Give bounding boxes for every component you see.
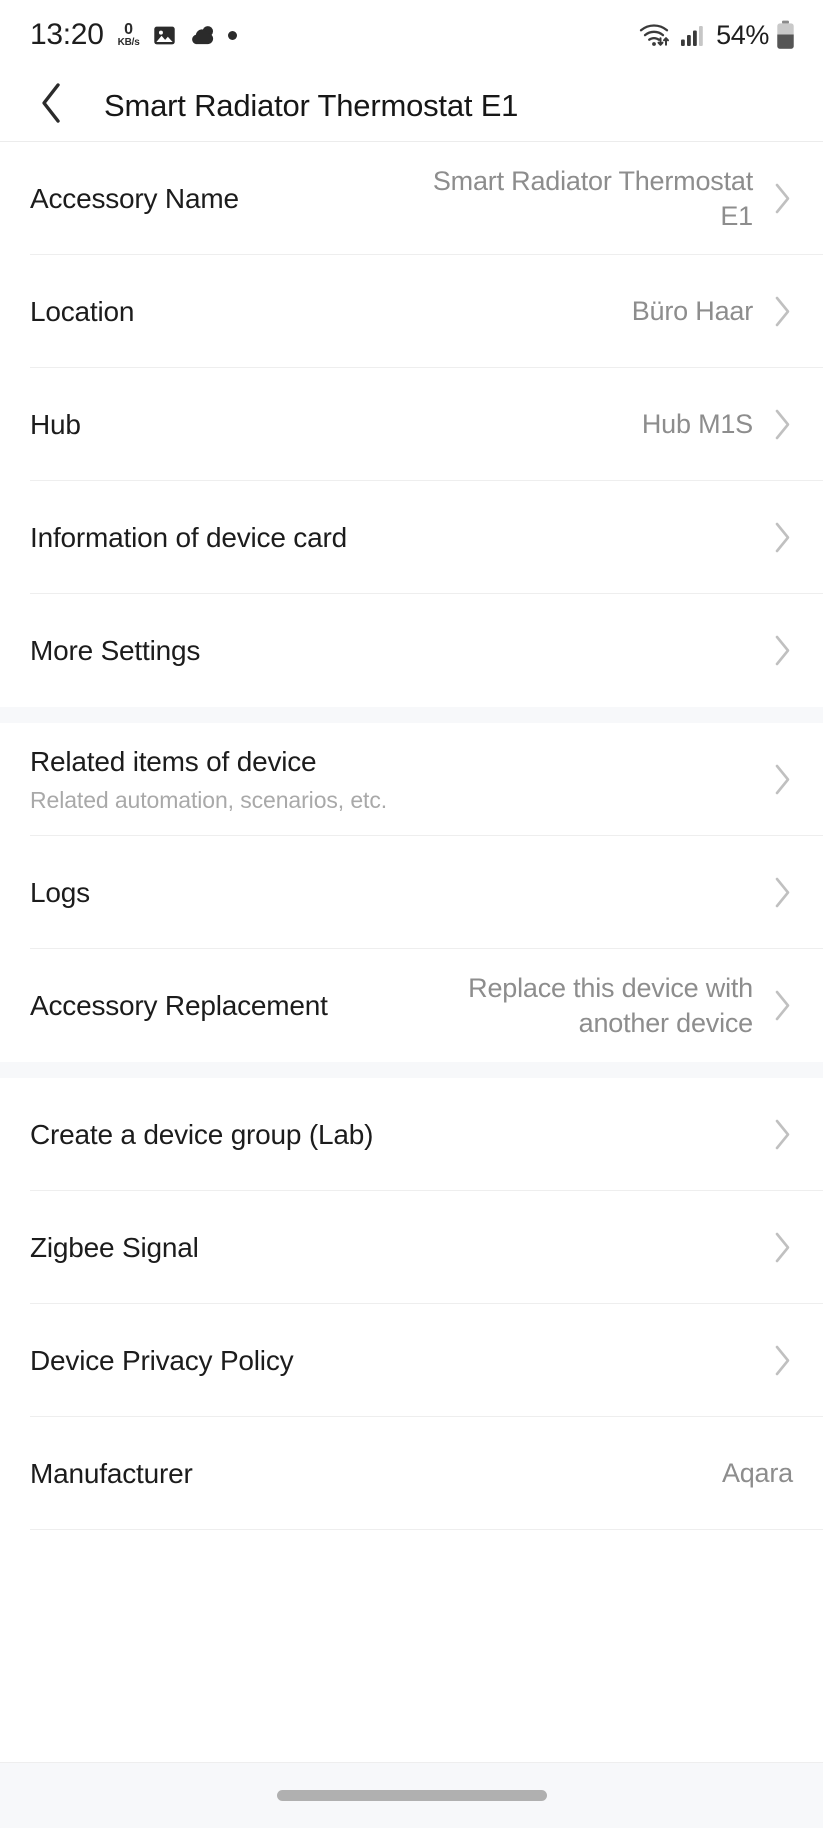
row-value: Büro Haar bbox=[631, 296, 753, 327]
row-more-settings-labels: More Settings bbox=[30, 635, 200, 667]
row-value: Aqara bbox=[721, 1458, 793, 1489]
page-title: Smart Radiator Thermostat E1 bbox=[104, 87, 519, 123]
chevron-right-icon bbox=[771, 1230, 793, 1266]
chevron-left-icon bbox=[37, 80, 67, 131]
device-settings-screen: 13:20 0 KB/s 54% Smart Radiator Thermost… bbox=[0, 0, 823, 1828]
settings-section-advanced: Create a device group (Lab) Zigbee Signa… bbox=[0, 1078, 823, 1530]
system-navigation-bar bbox=[0, 1762, 823, 1828]
row-label: Logs bbox=[30, 876, 90, 908]
row-label: Location bbox=[30, 295, 135, 327]
row-logs-labels: Logs bbox=[30, 877, 90, 909]
weather-cloud-icon bbox=[189, 24, 216, 46]
row-manufacturer-labels: Manufacturer bbox=[30, 1458, 193, 1490]
chevron-right-icon bbox=[771, 988, 793, 1024]
status-bar-left: 13:20 0 KB/s bbox=[30, 18, 237, 52]
row-more-settings[interactable]: More Settings bbox=[0, 594, 823, 707]
cellular-signal-icon bbox=[680, 23, 706, 48]
row-zigbee-signal[interactable]: Zigbee Signal bbox=[0, 1191, 823, 1304]
row-logs[interactable]: Logs bbox=[0, 836, 823, 949]
row-accessory-name[interactable]: Accessory Name Smart Radiator Thermostat… bbox=[0, 142, 823, 255]
network-speed-indicator: 0 KB/s bbox=[118, 22, 140, 48]
row-hub[interactable]: Hub Hub M1S bbox=[0, 368, 823, 481]
row-information-of-device-card-labels: Information of device card bbox=[30, 522, 347, 554]
network-speed-unit: KB/s bbox=[117, 37, 140, 48]
status-bar-right: 54% bbox=[639, 20, 795, 51]
row-label: Hub bbox=[30, 408, 81, 440]
row-accessory-replacement-labels: Accessory Replacement bbox=[30, 990, 328, 1022]
row-value: Smart Radiator Thermostat E1 bbox=[432, 165, 753, 231]
row-device-privacy-policy-labels: Device Privacy Policy bbox=[30, 1344, 294, 1377]
chevron-right-icon bbox=[771, 762, 793, 798]
settings-section-related: Related items of device Related automati… bbox=[0, 723, 823, 1062]
row-hub-labels: Hub bbox=[30, 409, 81, 441]
row-information-of-device-card[interactable]: Information of device card bbox=[0, 481, 823, 594]
section-divider bbox=[0, 1062, 823, 1078]
row-subtitle: Related automation, scenarios, etc. bbox=[30, 786, 388, 813]
chevron-right-icon bbox=[771, 633, 793, 669]
row-device-privacy-policy[interactable]: Device Privacy Policy bbox=[0, 1304, 823, 1417]
battery-icon bbox=[776, 20, 795, 50]
settings-list: Accessory Name Smart Radiator Thermostat… bbox=[0, 142, 823, 1762]
row-accessory-replacement[interactable]: Accessory Replacement Replace this devic… bbox=[0, 949, 823, 1062]
battery-percent-label: 54% bbox=[716, 19, 769, 50]
row-label: Accessory Replacement bbox=[30, 989, 328, 1021]
row-label: Device Privacy Policy bbox=[30, 1344, 294, 1376]
row-label: Zigbee Signal bbox=[30, 1231, 199, 1263]
status-bar-clock: 13:20 bbox=[30, 18, 104, 51]
row-related-items-of-device[interactable]: Related items of device Related automati… bbox=[0, 723, 823, 836]
back-button[interactable] bbox=[24, 78, 80, 134]
chevron-right-icon bbox=[771, 520, 793, 556]
row-label: Related items of device bbox=[30, 745, 317, 777]
row-accessory-name-labels: Accessory Name bbox=[30, 183, 239, 215]
chevron-right-icon bbox=[771, 407, 793, 443]
dot-icon bbox=[227, 30, 237, 40]
home-indicator-pill[interactable] bbox=[276, 1790, 547, 1801]
row-zigbee-signal-labels: Zigbee Signal bbox=[30, 1232, 199, 1264]
app-header: Smart Radiator Thermostat E1 bbox=[0, 70, 823, 142]
chevron-right-icon bbox=[771, 181, 793, 217]
row-label: More Settings bbox=[30, 634, 201, 666]
image-icon bbox=[152, 23, 177, 48]
section-divider bbox=[0, 707, 823, 723]
chevron-right-icon bbox=[771, 294, 793, 330]
row-location-labels: Location bbox=[30, 296, 134, 328]
row-value: Hub M1S bbox=[641, 409, 753, 440]
row-related-items-labels: Related items of device Related automati… bbox=[30, 746, 387, 814]
row-manufacturer: Manufacturer Aqara bbox=[0, 1417, 823, 1530]
row-label: Create a device group (Lab) bbox=[30, 1118, 374, 1150]
chevron-right-icon bbox=[771, 1117, 793, 1153]
wifi-data-transfer-icon bbox=[639, 21, 673, 49]
row-create-device-group-labels: Create a device group (Lab) bbox=[30, 1119, 373, 1151]
chevron-right-icon bbox=[771, 1343, 793, 1379]
row-label: Information of device card bbox=[30, 521, 347, 553]
row-create-a-device-group[interactable]: Create a device group (Lab) bbox=[0, 1078, 823, 1191]
row-value: Replace this device with another device bbox=[468, 972, 753, 1038]
row-location[interactable]: Location Büro Haar bbox=[0, 255, 823, 368]
settings-section-device-info: Accessory Name Smart Radiator Thermostat… bbox=[0, 142, 823, 707]
chevron-right-icon bbox=[771, 875, 793, 911]
row-label: Accessory Name bbox=[30, 182, 239, 214]
row-label: Manufacturer bbox=[30, 1457, 193, 1489]
network-speed-value: 0 bbox=[124, 21, 134, 38]
status-bar: 13:20 0 KB/s 54% bbox=[0, 0, 823, 70]
